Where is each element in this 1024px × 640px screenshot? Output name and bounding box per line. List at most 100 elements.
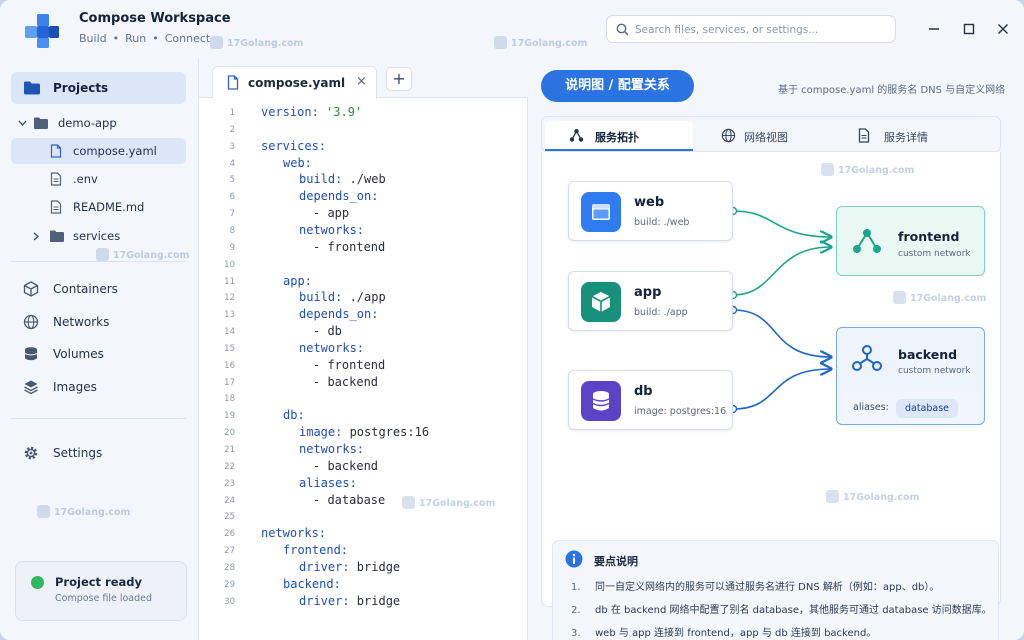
- tab-service-details[interactable]: 服务详情: [828, 121, 998, 151]
- code-line[interactable]: 30 driver: bridge: [199, 594, 529, 610]
- close-window-button[interactable]: [993, 19, 1013, 39]
- chevron-right-icon: [33, 232, 39, 241]
- tab-service-topology[interactable]: 服务拓扑: [545, 121, 693, 151]
- minimize-icon: [929, 28, 939, 30]
- code-line[interactable]: 20 image: postgres:16: [199, 425, 529, 441]
- tab-label: 服务详情: [884, 131, 928, 144]
- tree-folder-services[interactable]: services: [11, 223, 186, 249]
- key-point-text: db 在 backend 网络中配置了别名 database，其他服务可通过 d…: [595, 605, 992, 616]
- cube-icon: [591, 292, 611, 312]
- status-title: Project ready: [55, 575, 143, 589]
- sidebar-item-label: Settings: [53, 446, 103, 460]
- tree-file-env[interactable]: .env: [11, 166, 186, 192]
- tab-close-button[interactable]: ×: [356, 74, 367, 89]
- line-number: 22: [224, 461, 235, 472]
- code-line[interactable]: 4 web:: [199, 156, 529, 172]
- maximize-button[interactable]: [959, 19, 979, 39]
- globe-icon: [721, 128, 736, 143]
- code-text: build: ./app: [299, 290, 386, 304]
- service-badge: [581, 192, 621, 232]
- code-line[interactable]: 26 networks:: [199, 526, 529, 542]
- code-line[interactable]: 22 - backend: [199, 459, 529, 475]
- network-card-backend[interactable]: backend custom network aliases: database: [836, 327, 985, 425]
- code-text: services:: [261, 139, 326, 153]
- code-line[interactable]: 28 driver: bridge: [199, 560, 529, 576]
- code-line[interactable]: 6 depends_on:: [199, 189, 529, 205]
- code-line[interactable]: 16 - frontend: [199, 358, 529, 374]
- tree-file-readme[interactable]: README.md: [11, 194, 186, 220]
- code-key: version:: [261, 105, 327, 119]
- folder-icon: [34, 117, 48, 129]
- code-line[interactable]: 17 - backend: [199, 375, 529, 391]
- subtitle-sep: •: [112, 32, 120, 45]
- line-number: 13: [224, 310, 235, 321]
- tab-compose-yaml[interactable]: compose.yaml ×: [212, 66, 377, 99]
- code-text: web:: [283, 156, 312, 170]
- code-value: - backend: [313, 374, 379, 389]
- code-text: - frontend: [313, 358, 385, 372]
- code-line[interactable]: 3 services:: [199, 139, 529, 155]
- code-line[interactable]: 13 depends_on:: [199, 307, 529, 323]
- sidebar-item-containers[interactable]: Containers: [11, 275, 186, 303]
- code-line[interactable]: 10: [199, 257, 529, 273]
- code-line[interactable]: 7 - app: [199, 206, 529, 222]
- code-line[interactable]: 15 networks:: [199, 341, 529, 357]
- code-line[interactable]: 29 backend:: [199, 577, 529, 593]
- minimize-button[interactable]: [924, 19, 944, 39]
- sidebar-item-images[interactable]: Images: [11, 373, 186, 401]
- code-text: version: '3.9': [261, 105, 362, 119]
- code-text: frontend:: [283, 543, 348, 557]
- code-line[interactable]: 11 app:: [199, 274, 529, 290]
- code-line[interactable]: 24 - database: [199, 493, 529, 509]
- code-key: db:: [283, 408, 305, 423]
- tree-folder-demo-app[interactable]: demo-app: [11, 110, 186, 136]
- app-subtitle: Build • Run • Connect: [79, 32, 216, 45]
- line-number: 21: [224, 445, 235, 455]
- code-line[interactable]: 1 version: '3.9': [199, 105, 529, 121]
- search-box[interactable]: [606, 15, 896, 43]
- code-line[interactable]: 14 - db: [199, 324, 529, 340]
- code-line[interactable]: 25: [199, 509, 529, 525]
- code-text: - backend: [313, 375, 378, 389]
- code-line[interactable]: 12 build: ./app: [199, 290, 529, 306]
- new-tab-button[interactable]: +: [386, 67, 412, 91]
- key-point-item: 2. db 在 backend 网络中配置了别名 database，其他服务可通过…: [571, 601, 992, 616]
- service-meta: build: ./app: [634, 307, 688, 318]
- network-name: backend: [898, 347, 958, 362]
- search-input[interactable]: [635, 21, 885, 38]
- code-key: driver:: [299, 593, 357, 608]
- code-value: - backend: [313, 458, 379, 473]
- code-line[interactable]: 18: [199, 391, 529, 407]
- code-line[interactable]: 5 build: ./web: [199, 172, 529, 188]
- code-line[interactable]: 2: [199, 122, 529, 138]
- info-icon: [565, 550, 583, 568]
- service-card-web[interactable]: web build: ./web: [568, 181, 733, 241]
- tab-network-view[interactable]: 网络视图: [694, 121, 826, 151]
- service-card-db[interactable]: db image: postgres:16: [568, 370, 733, 430]
- document-icon: [858, 128, 870, 143]
- code-line[interactable]: 21 networks:: [199, 442, 529, 458]
- line-number: 18: [224, 394, 235, 405]
- code-text: networks:: [299, 442, 364, 456]
- code-text: - app: [313, 206, 349, 220]
- code-text: - db: [313, 324, 342, 338]
- sidebar-item-projects[interactable]: Projects: [11, 72, 186, 104]
- network-card-frontend[interactable]: frontend custom network: [836, 206, 985, 276]
- cube-icon: [23, 281, 39, 297]
- line-number: 30: [224, 596, 235, 607]
- subtitle-run: Run: [125, 32, 147, 45]
- sidebar-item-volumes[interactable]: Volumes: [11, 340, 186, 368]
- gear-icon: [24, 446, 38, 460]
- code-line[interactable]: 23 aliases:: [199, 476, 529, 492]
- sidebar-item-settings[interactable]: Settings: [11, 439, 186, 467]
- code-line[interactable]: 9 - frontend: [199, 240, 529, 256]
- service-card-app[interactable]: app build: ./app: [568, 271, 733, 331]
- code-line[interactable]: 19 db:: [199, 408, 529, 424]
- code-line[interactable]: 27 frontend:: [199, 543, 529, 559]
- line-number: 25: [224, 512, 235, 523]
- tab-label: 服务拓扑: [595, 131, 639, 144]
- code-line[interactable]: 8 networks:: [199, 223, 529, 239]
- tree-file-compose-yaml[interactable]: compose.yaml: [11, 138, 186, 164]
- sidebar-item-networks[interactable]: Networks: [11, 308, 186, 336]
- line-number: 7: [229, 209, 235, 220]
